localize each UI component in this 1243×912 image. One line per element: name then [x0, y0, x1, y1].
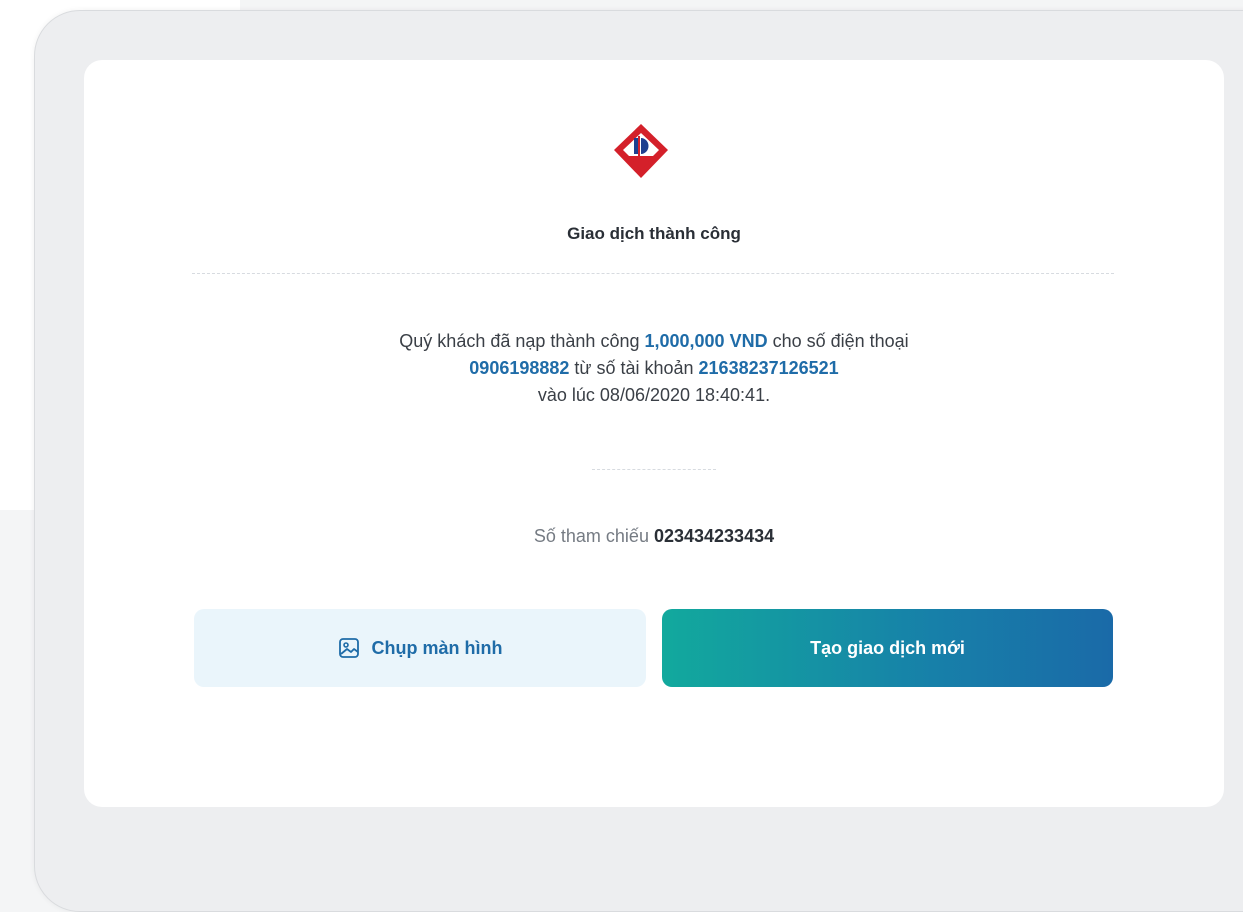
bank-logo-icon	[614, 124, 668, 178]
reference-number: 023434233434	[653, 526, 775, 546]
new-transaction-button[interactable]: Tạo giao dịch mới	[662, 609, 1113, 687]
receipt-card: Giao dịch thành công Quý khách đã nạp th…	[84, 60, 1224, 807]
image-icon	[338, 638, 359, 658]
reference-label: Số tham chiếu	[533, 526, 654, 546]
phone-number-value: 0906198882	[469, 358, 570, 378]
new-transaction-button-label: Tạo giao dịch mới	[810, 637, 965, 658]
transaction-message: Quý khách đã nạp thành công 1,000,000 VN…	[234, 328, 1074, 409]
message-text: cho số điện thoại	[767, 331, 909, 351]
screenshot-button-label: Chụp màn hình	[371, 637, 503, 658]
reference-line: Số tham chiếu 023434233434	[84, 526, 1224, 547]
amount-value: 1,000,000 VND	[644, 331, 768, 351]
timestamp-text: vào lúc 08/06/2020 18:40:41.	[537, 385, 771, 405]
transaction-status-title: Giao dịch thành công	[567, 224, 741, 243]
account-number-value: 21638237126521	[698, 358, 839, 378]
divider-short	[592, 469, 716, 470]
message-text: từ số tài khoản	[569, 358, 699, 378]
screenshot-button[interactable]: Chụp màn hình	[194, 609, 646, 687]
divider	[192, 273, 1114, 274]
message-text: Quý khách đã nạp thành công	[399, 331, 645, 351]
